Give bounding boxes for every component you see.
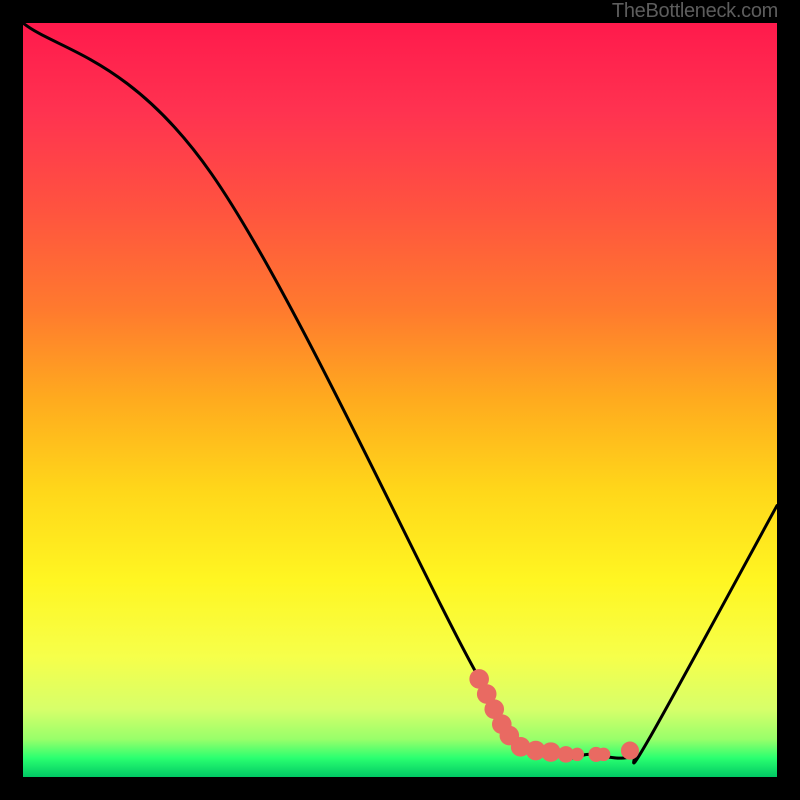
watermark-text: TheBottleneck.com	[612, 0, 778, 23]
chart-frame	[23, 23, 777, 777]
chart-background	[23, 23, 777, 777]
